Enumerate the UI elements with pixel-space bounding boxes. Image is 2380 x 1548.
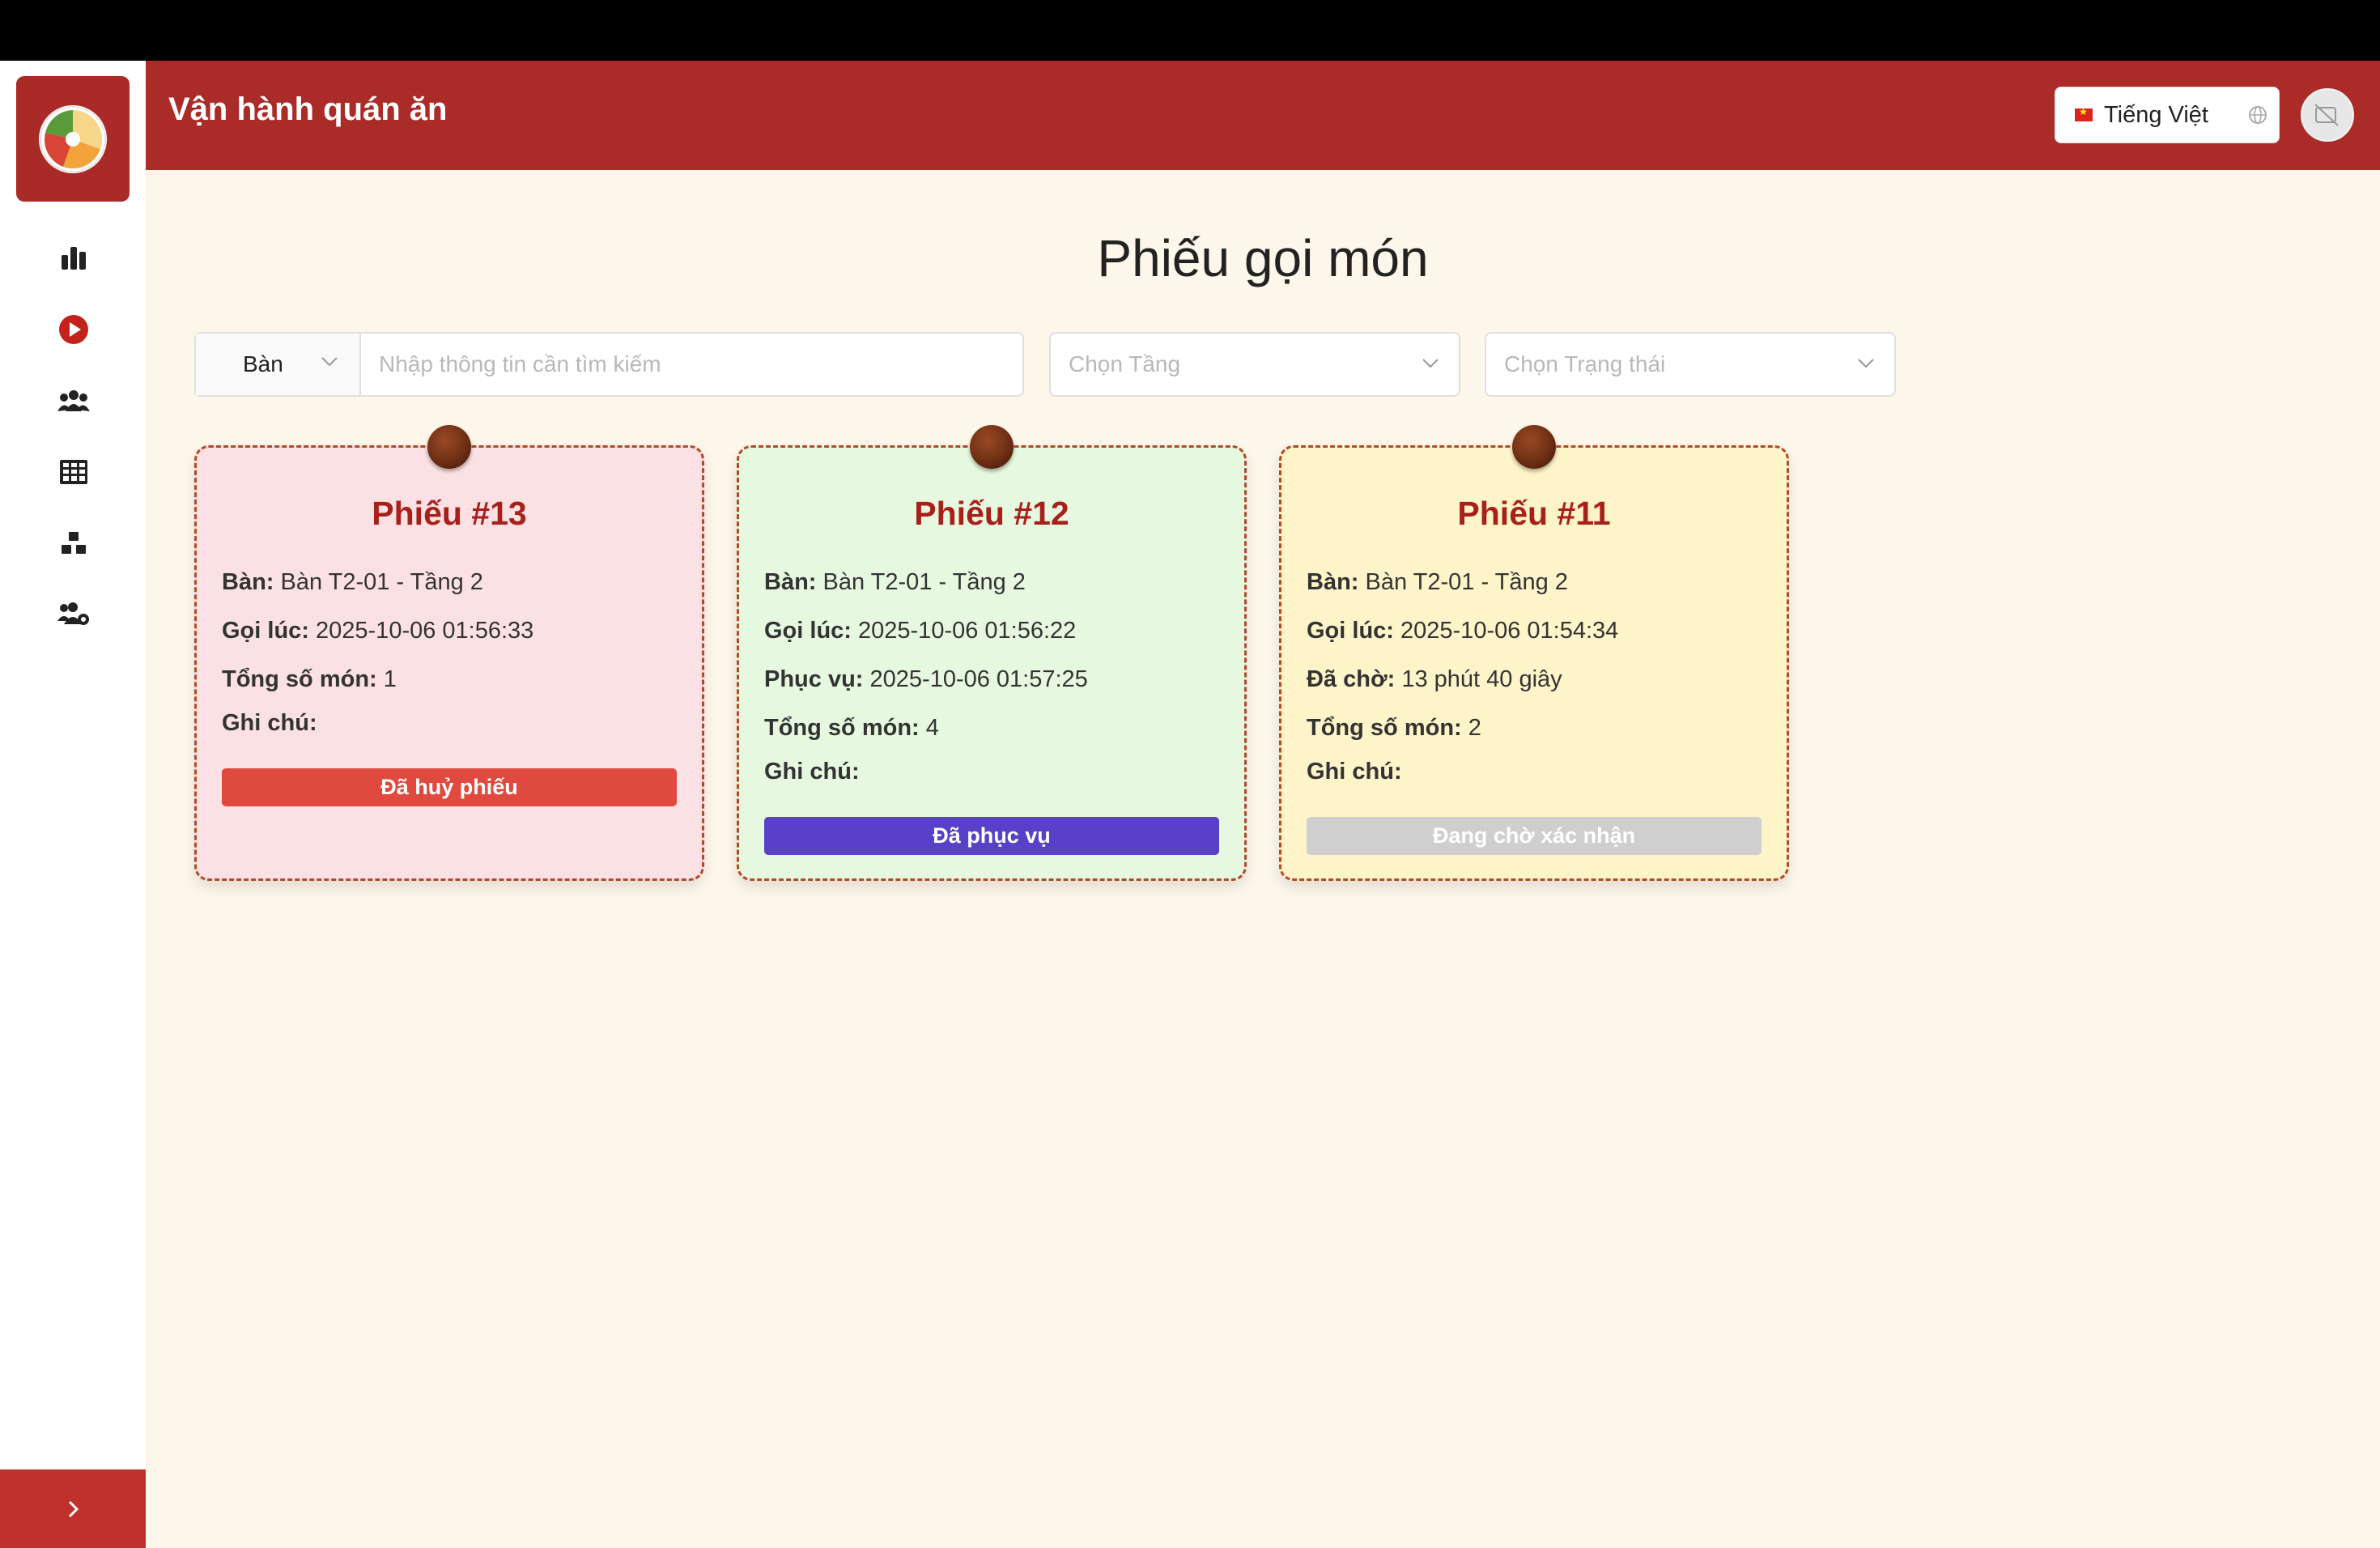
search-group: Bàn bbox=[194, 332, 1024, 397]
status-button-pending[interactable]: Đang chờ xác nhận bbox=[1307, 817, 1762, 855]
ticket-wait-time-row: Đã chờ: 13 phút 40 giây bbox=[1307, 666, 1562, 692]
sidebar-item-tables[interactable] bbox=[54, 454, 93, 490]
ticket-title: Phiếu #11 bbox=[1457, 495, 1611, 532]
ticket-note-row: Ghi chú: bbox=[222, 710, 317, 736]
pin-icon bbox=[427, 425, 471, 469]
ticket-served-time-row: Phục vụ: 2025-10-06 01:57:25 bbox=[764, 666, 1088, 692]
ticket-table-row: Bàn: Bàn T2-01 - Tầng 2 bbox=[764, 569, 1026, 595]
chevron-down-icon bbox=[1422, 359, 1439, 368]
app-title: Vận hành quán ăn bbox=[168, 91, 448, 127]
ticket-note-row: Ghi chú: bbox=[1307, 759, 1402, 785]
search-input[interactable] bbox=[361, 334, 1022, 395]
ticket-card[interactable]: Phiếu #12 Bàn: Bàn T2-01 - Tầng 2 Gọi lú… bbox=[737, 425, 1247, 881]
ticket-order-time-row: Gọi lúc: 2025-10-06 01:56:33 bbox=[222, 618, 534, 644]
user-avatar[interactable] bbox=[2301, 88, 2354, 142]
ticket-note-row: Ghi chú: bbox=[764, 759, 860, 785]
play-circle-icon bbox=[59, 315, 88, 344]
status-button-cancelled[interactable]: Đã huỷ phiếu bbox=[222, 768, 677, 806]
chevron-right-icon bbox=[68, 1500, 79, 1517]
vietnam-flag-icon bbox=[2075, 106, 2093, 121]
ticket-order-time-row: Gọi lúc: 2025-10-06 01:56:22 bbox=[764, 618, 1077, 644]
ticket-item-count-row: Tổng số món: 4 bbox=[764, 715, 939, 741]
users-cog-icon bbox=[57, 602, 89, 625]
ticket-item-count-row: Tổng số món: 2 bbox=[1307, 715, 1481, 741]
language-label: Tiếng Việt bbox=[2104, 101, 2208, 128]
top-black-bar bbox=[0, 0, 2380, 61]
sidebar-item-inventory[interactable] bbox=[54, 525, 93, 561]
group-icon bbox=[57, 390, 90, 411]
app-logo[interactable] bbox=[16, 76, 130, 202]
avatar-placeholder-icon bbox=[2314, 104, 2339, 126]
status-select-placeholder: Chọn Trạng thái bbox=[1504, 351, 1666, 376]
sidebar-item-groups[interactable] bbox=[54, 383, 93, 419]
table-grid-icon bbox=[60, 460, 87, 484]
ticket-table-row: Bàn: Bàn T2-01 - Tầng 2 bbox=[222, 569, 483, 595]
ticket-card[interactable]: Phiếu #11 Bàn: Bàn T2-01 - Tầng 2 Gọi lú… bbox=[1279, 425, 1789, 881]
sidebar bbox=[0, 61, 146, 1548]
status-select[interactable]: Chọn Trạng thái bbox=[1485, 332, 1896, 397]
boxes-icon bbox=[62, 532, 86, 554]
search-type-value: Bàn bbox=[243, 351, 283, 376]
sidebar-item-orders[interactable] bbox=[54, 312, 93, 347]
app-header: Vận hành quán ăn Tiếng Việt bbox=[146, 61, 2380, 170]
ticket-table-row: Bàn: Bàn T2-01 - Tầng 2 bbox=[1307, 569, 1568, 595]
pin-icon bbox=[970, 425, 1014, 469]
ticket-card[interactable]: Phiếu #13 Bàn: Bàn T2-01 - Tầng 2 Gọi lú… bbox=[194, 425, 704, 881]
ticket-title: Phiếu #13 bbox=[372, 495, 527, 532]
page-title: Phiếu gọi món bbox=[1097, 229, 1429, 287]
globe-icon bbox=[2249, 106, 2267, 124]
floor-select-placeholder: Chọn Tầng bbox=[1069, 351, 1181, 376]
status-button-served[interactable]: Đã phục vụ bbox=[764, 817, 1219, 855]
sidebar-item-dashboard[interactable] bbox=[54, 240, 93, 276]
ticket-item-count-row: Tổng số món: 1 bbox=[222, 666, 397, 692]
search-type-select[interactable]: Bàn bbox=[196, 334, 361, 395]
chevron-down-icon bbox=[321, 357, 338, 367]
sidebar-item-staff[interactable] bbox=[54, 597, 93, 632]
ticket-order-time-row: Gọi lúc: 2025-10-06 01:54:34 bbox=[1307, 618, 1619, 644]
ticket-title: Phiếu #12 bbox=[914, 495, 1069, 532]
bar-chart-icon bbox=[62, 247, 86, 270]
floor-select[interactable]: Chọn Tầng bbox=[1049, 332, 1460, 397]
language-select[interactable]: Tiếng Việt bbox=[2055, 87, 2280, 143]
pin-icon bbox=[1512, 425, 1556, 469]
chevron-down-icon bbox=[1858, 359, 1874, 368]
logo-image bbox=[39, 104, 107, 173]
sidebar-collapse-button[interactable] bbox=[0, 1469, 146, 1548]
